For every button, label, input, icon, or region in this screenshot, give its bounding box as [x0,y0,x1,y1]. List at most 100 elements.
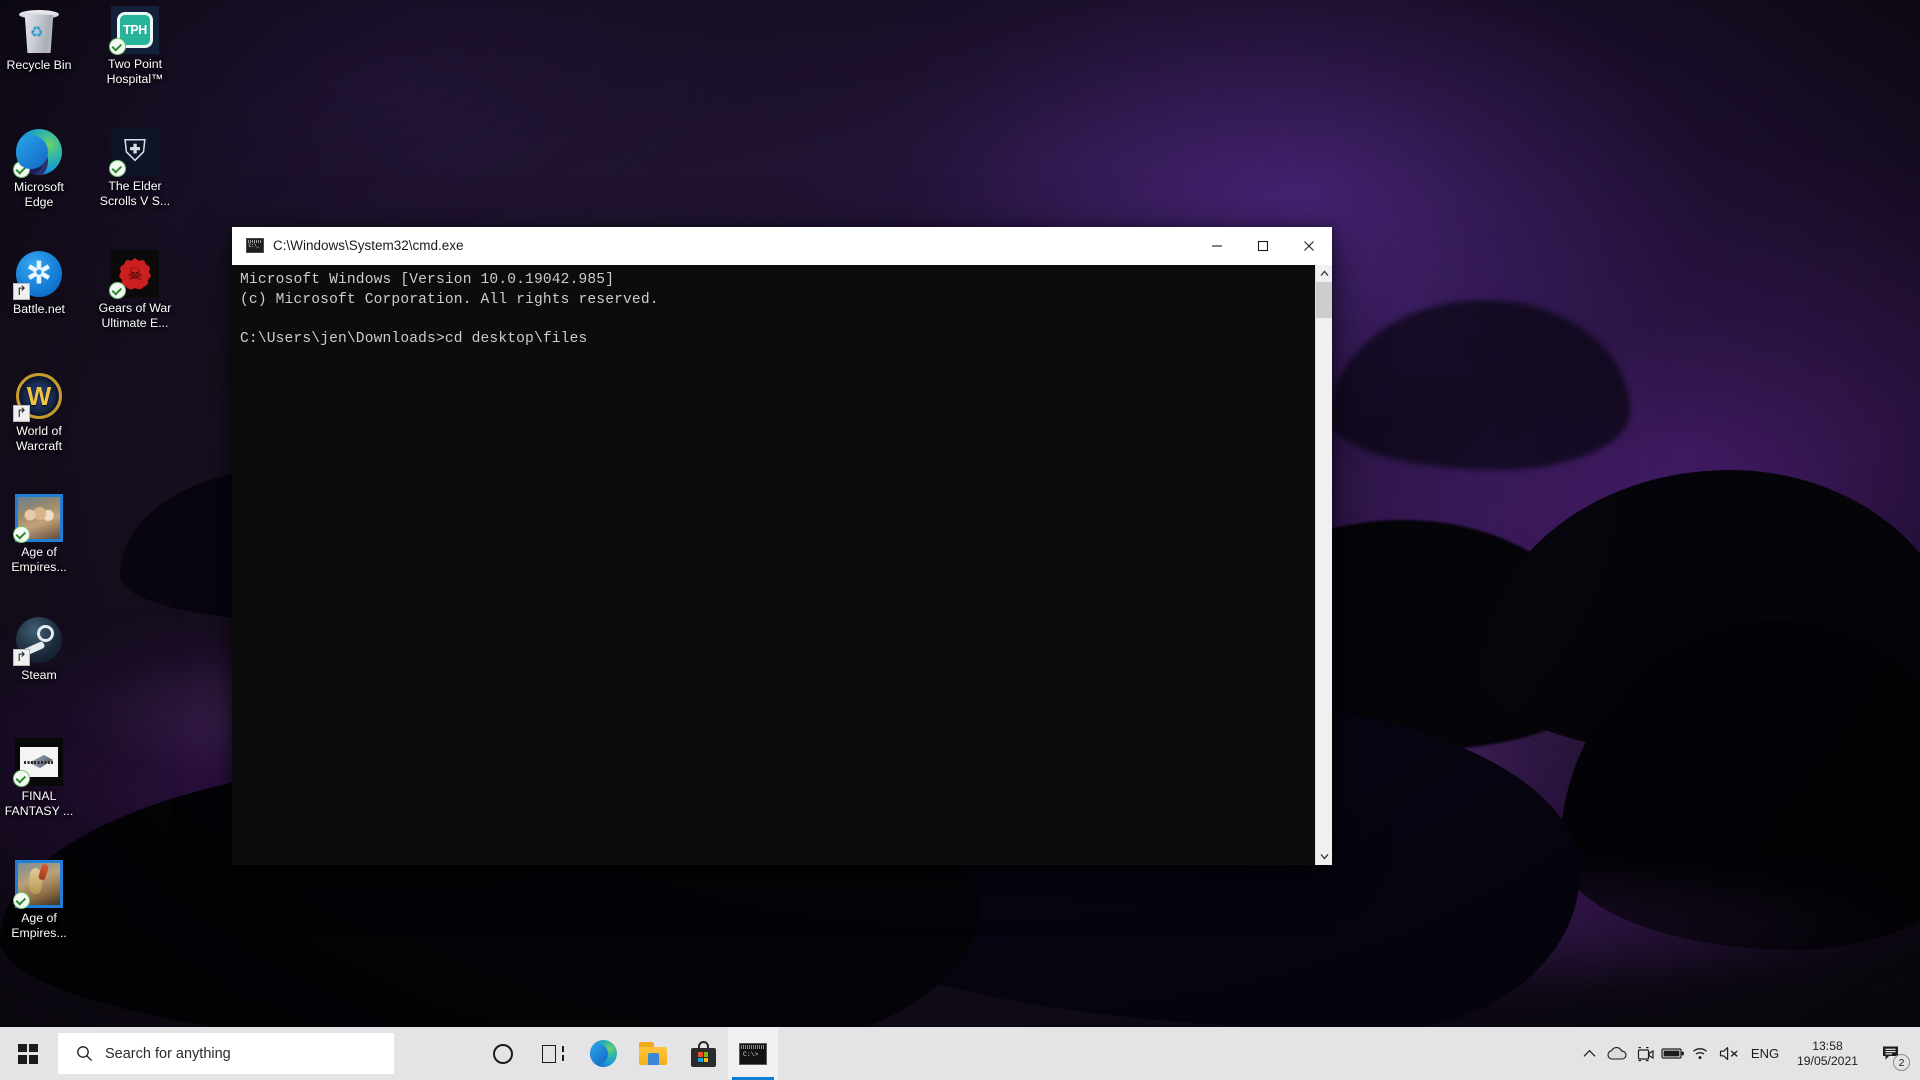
start-button[interactable] [0,1027,56,1080]
task-view-icon [542,1044,564,1063]
window-title: C:\Windows\System32\cmd.exe [273,238,464,253]
onedrive-sync-badge-icon [109,160,126,177]
final-fantasy-icon [13,738,63,787]
desktop-icon-label: Age of Empires... [11,911,67,940]
elder-scrolls-skyrim-icon: ⛨ [109,128,159,177]
desktop-icon-label: Age of Empires... [11,545,67,574]
taskbar-app-buttons [478,1027,778,1080]
volume-tray-button[interactable] [1715,1027,1743,1080]
taskbar-button-command-prompt[interactable] [728,1027,778,1080]
onedrive-tray-button[interactable] [1603,1027,1631,1080]
console-output-text[interactable]: Microsoft Windows [Version 10.0.19042.98… [232,265,1315,865]
file-explorer-icon [639,1042,667,1065]
desktop-icon-microsoft-edge[interactable]: Microsoft Edge [0,128,78,209]
desktop-icon-label: Steam [21,668,57,682]
speaker-mute-icon [1719,1047,1738,1060]
close-icon [1304,240,1314,251]
show-hidden-icons-button[interactable] [1575,1027,1603,1080]
age-of-empires-4-icon [13,860,63,909]
onedrive-sync-badge-icon [109,38,126,55]
clock-button[interactable]: 13:58 19/05/2021 [1787,1027,1870,1080]
shortcut-arrow-badge-icon [13,405,30,422]
action-center-button[interactable]: 2 [1870,1027,1914,1080]
desktop-icon-label: Battle.net [13,302,65,316]
desktop-icon-label: The Elder Scrolls V S... [99,179,171,208]
window-title-bar[interactable]: C:\Windows\System32\cmd.exe [232,227,1332,265]
microsoft-edge-icon [13,129,63,178]
wifi-icon [1693,1048,1707,1060]
desktop-icon-elder-scrolls-skyrim[interactable]: ⛨ The Elder Scrolls V S... [96,128,174,208]
search-icon [77,1046,93,1062]
taskbar-button-task-view[interactable] [528,1027,578,1080]
desktop-icon-label: FINAL FANTASY ... [4,789,74,818]
taskbar-button-file-explorer[interactable] [628,1027,678,1080]
search-input[interactable]: Search for anything [58,1033,394,1074]
language-indicator[interactable]: ENG [1743,1027,1787,1080]
taskbar-button-microsoft-edge[interactable] [578,1027,628,1080]
taskbar-button-microsoft-store[interactable] [678,1027,728,1080]
desktop-icon-label: Recycle Bin [6,58,72,72]
desktop-icon-label: Gears of War Ultimate E... [98,301,172,330]
taskbar[interactable]: Search for anything C:\> ENG 13:58 19/05… [0,1027,1920,1080]
console-scrollbar[interactable] [1315,265,1332,865]
shortcut-arrow-badge-icon [13,283,30,300]
maximize-icon [1257,240,1269,251]
desktop-icon-steam[interactable]: Steam [0,616,78,683]
search-placeholder: Search for anything [105,1045,231,1062]
chevron-down-icon [1320,853,1328,860]
notification-count-badge: 2 [1893,1054,1910,1071]
command-prompt-icon [739,1042,767,1065]
cloud-icon [1607,1047,1627,1060]
desktop-icon-two-point-hospital[interactable]: TPH Two Point Hospital™ [96,6,174,86]
scrollbar-thumb[interactable] [1316,282,1332,318]
age-of-empires-2-icon [13,494,63,543]
desktop-icon-recycle-bin[interactable]: ♻ Recycle Bin [0,6,78,73]
recycle-bin-icon: ♻ [15,7,63,55]
steam-icon [13,617,63,666]
desktop-icon-final-fantasy[interactable]: FINAL FANTASY ... [0,738,78,818]
battery-tray-button[interactable] [1659,1027,1687,1080]
onedrive-sync-badge-icon [109,282,126,299]
clock-time: 13:58 [1812,1038,1843,1053]
command-prompt-window[interactable]: C:\Windows\System32\cmd.exe Microsoft Wi… [232,227,1332,865]
taskbar-button-cortana[interactable] [478,1027,528,1080]
maximize-button[interactable] [1240,227,1286,264]
minimize-icon [1212,244,1222,247]
desktop-icon-age-of-empires-2[interactable]: Age of Empires... [0,494,78,574]
desktop-icon-label: World of Warcraft [16,424,62,453]
onedrive-sync-badge-icon [13,770,30,787]
camera-tray-button[interactable] [1631,1027,1659,1080]
desktop-icon-gears-of-war[interactable]: ☠ Gears of War Ultimate E... [96,250,174,330]
scroll-up-button[interactable] [1316,265,1332,282]
language-label: ENG [1750,1046,1780,1061]
battle-net-icon: ✲ [13,251,63,300]
clock-date: 19/05/2021 [1797,1053,1858,1068]
desktop-icon-label: Two Point Hospital™ [106,57,164,86]
windows-logo-icon [18,1043,38,1064]
close-button[interactable] [1286,227,1332,264]
desktop-icon-world-of-warcraft[interactable]: W World of Warcraft [0,372,78,453]
microsoft-store-icon [690,1040,716,1067]
cortana-icon [493,1043,513,1064]
scrollbar-track[interactable] [1316,282,1332,848]
desktop-icon-battle-net[interactable]: ✲ Battle.net [0,250,78,317]
console-body[interactable]: Microsoft Windows [Version 10.0.19042.98… [232,265,1332,865]
gears-of-war-icon: ☠ [109,250,159,299]
desktop-icon-label: Microsoft Edge [14,180,64,209]
battery-icon [1661,1048,1684,1059]
world-of-warcraft-icon: W [13,373,63,422]
scroll-down-button[interactable] [1316,848,1332,865]
microsoft-edge-icon [589,1040,617,1067]
system-tray: ENG 13:58 19/05/2021 2 [1575,1027,1920,1080]
onedrive-sync-badge-icon [13,892,30,909]
desktop-icon-age-of-empires-4[interactable]: Age of Empires... [0,860,78,940]
minimize-button[interactable] [1194,227,1240,264]
chevron-up-icon [1320,270,1328,277]
onedrive-sync-badge-icon [13,526,30,543]
chevron-up-icon [1583,1049,1595,1057]
camera-icon [1637,1046,1654,1061]
command-prompt-icon [246,238,264,253]
two-point-hospital-icon: TPH [109,6,159,55]
shortcut-arrow-badge-icon [13,649,30,666]
network-tray-button[interactable] [1687,1027,1715,1080]
